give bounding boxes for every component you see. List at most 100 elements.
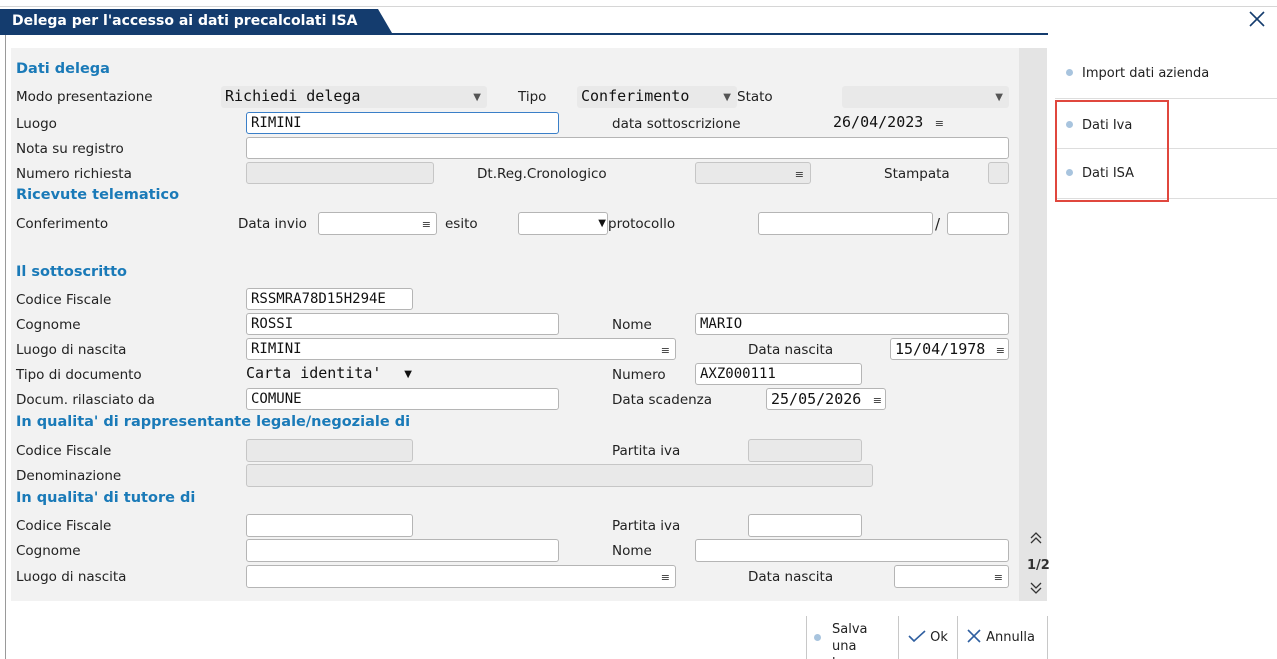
bullet-icon bbox=[814, 634, 821, 641]
numero-documento-input[interactable]: AXZ000111 bbox=[695, 363, 862, 385]
sottoscritto-cf-value: RSSMRA78D15H294E bbox=[251, 291, 386, 307]
calendar-icon[interactable]: ≡ bbox=[935, 115, 944, 133]
esito-select[interactable]: ▼ bbox=[518, 212, 608, 235]
tutore-cf-label: Codice Fiscale bbox=[16, 518, 112, 534]
numero-richiesta-label: Numero richiesta bbox=[16, 166, 132, 182]
stampata-label: Stampata bbox=[884, 166, 950, 182]
page-indicator: 1/2 bbox=[1027, 558, 1050, 573]
rappresentante-cf-field bbox=[246, 439, 413, 462]
list-icon[interactable]: ≡ bbox=[661, 342, 670, 359]
calendar-icon[interactable]: ≡ bbox=[996, 342, 1005, 359]
denominazione-label: Denominazione bbox=[16, 468, 122, 484]
sottoscritto-data-nascita-input[interactable]: 15/04/1978 ≡ bbox=[890, 338, 1009, 360]
double-chevron-up-icon bbox=[1030, 532, 1042, 544]
tipo-select[interactable]: Conferimento ▼ bbox=[577, 86, 737, 108]
ok-label: Ok bbox=[930, 630, 948, 645]
double-chevron-down-icon bbox=[1030, 582, 1042, 594]
esito-label: esito bbox=[445, 216, 478, 232]
protocollo-input-2[interactable] bbox=[947, 212, 1009, 235]
data-invio-label: Data invio bbox=[238, 216, 307, 232]
close-button[interactable] bbox=[1247, 9, 1267, 29]
footer-divider bbox=[806, 616, 807, 659]
tipo-label: Tipo bbox=[518, 89, 547, 105]
luogo-value: RIMINI bbox=[251, 115, 302, 131]
protocollo-separator: / bbox=[935, 215, 941, 233]
modo-presentazione-select[interactable]: Richiedi delega ▼ bbox=[221, 86, 487, 108]
tutore-piva-input[interactable] bbox=[748, 514, 862, 537]
tutore-cognome-input[interactable] bbox=[246, 539, 559, 562]
sottoscritto-luogo-nascita-value: RIMINI bbox=[251, 341, 302, 357]
nota-registro-input[interactable] bbox=[246, 137, 1009, 159]
tipo-documento-select[interactable]: Carta identita' ▼ bbox=[242, 363, 413, 385]
window-left-edge bbox=[5, 35, 6, 659]
window-title: Delega per l'accesso ai dati precalcolat… bbox=[12, 13, 358, 29]
sottoscritto-cf-input[interactable]: RSSMRA78D15H294E bbox=[246, 288, 413, 310]
data-scadenza-input[interactable]: 25/05/2026 ≡ bbox=[766, 388, 886, 410]
calendar-icon[interactable]: ≡ bbox=[994, 569, 1003, 587]
calendar-icon[interactable]: ≡ bbox=[873, 392, 882, 409]
close-icon bbox=[967, 629, 981, 643]
tutore-luogo-nascita-label: Luogo di nascita bbox=[16, 569, 127, 585]
tutore-data-nascita-input[interactable]: ≡ bbox=[894, 565, 1009, 588]
footer-divider bbox=[898, 616, 899, 659]
annulla-label: Annulla bbox=[986, 630, 1035, 645]
chevron-down-icon: ▼ bbox=[473, 92, 481, 103]
calendar-icon[interactable]: ≡ bbox=[422, 216, 431, 234]
rilasciato-da-label: Docum. rilasciato da bbox=[16, 392, 155, 408]
numero-richiesta-field bbox=[246, 162, 434, 184]
section-ricevute-telematico: Ricevute telematico bbox=[16, 187, 180, 203]
tutore-luogo-nascita-input[interactable]: ≡ bbox=[246, 565, 676, 588]
chevron-down-icon: ▼ bbox=[995, 92, 1003, 103]
page-up-button[interactable] bbox=[1029, 530, 1043, 550]
ok-button[interactable]: Ok bbox=[908, 629, 948, 645]
data-invio-input[interactable]: ≡ bbox=[318, 212, 437, 235]
section-il-sottoscritto: Il sottoscritto bbox=[16, 264, 128, 280]
data-sottoscrizione-value: 26/04/2023 bbox=[833, 113, 924, 131]
list-icon[interactable]: ≡ bbox=[661, 569, 670, 587]
tutore-data-nascita-label: Data nascita bbox=[748, 569, 834, 585]
luogo-input[interactable]: RIMINI bbox=[246, 112, 559, 134]
modo-presentazione-value: Richiedi delega bbox=[225, 87, 361, 105]
section-tutore: In qualita' di tutore di bbox=[16, 490, 196, 506]
data-sottoscrizione-input[interactable]: 26/04/2023 ≡ bbox=[829, 112, 947, 134]
modo-presentazione-label: Modo presentazione bbox=[16, 89, 153, 105]
rappresentante-piva-label: Partita iva bbox=[612, 443, 681, 459]
sottoscritto-luogo-nascita-label: Luogo di nascita bbox=[16, 342, 127, 358]
calendar-icon: ≡ bbox=[794, 168, 804, 181]
rilasciato-da-input[interactable]: COMUNE bbox=[246, 388, 559, 410]
conferimento-label: Conferimento bbox=[16, 216, 109, 232]
sottoscritto-luogo-nascita-input[interactable]: RIMINI ≡ bbox=[246, 338, 676, 360]
sottoscritto-cognome-label: Cognome bbox=[16, 317, 81, 333]
tutore-piva-label: Partita iva bbox=[612, 518, 681, 534]
annulla-button[interactable]: Annulla bbox=[966, 629, 1035, 645]
sottoscritto-cognome-input[interactable]: ROSSI bbox=[246, 313, 559, 335]
close-icon bbox=[1249, 11, 1265, 27]
stampata-checkbox[interactable] bbox=[988, 162, 1009, 184]
salva-bozza-label: Salva una bozza bbox=[832, 622, 870, 659]
sottoscritto-data-nascita-label: Data nascita bbox=[748, 342, 834, 358]
footer-divider bbox=[957, 616, 958, 659]
sidebar-divider bbox=[1055, 98, 1277, 99]
page-down-button[interactable] bbox=[1029, 580, 1043, 600]
tipo-value: Conferimento bbox=[581, 87, 690, 105]
denominazione-field bbox=[246, 464, 873, 487]
sottoscritto-nome-label: Nome bbox=[612, 317, 652, 333]
data-scadenza-value: 25/05/2026 bbox=[771, 390, 862, 408]
tutore-nome-label: Nome bbox=[612, 543, 652, 559]
nota-registro-label: Nota su registro bbox=[16, 141, 124, 157]
tipo-documento-value: Carta identita' bbox=[246, 364, 382, 382]
title-underline bbox=[0, 33, 1048, 35]
protocollo-input[interactable] bbox=[758, 212, 933, 235]
tutore-cf-input[interactable] bbox=[246, 514, 413, 537]
sottoscritto-nome-input[interactable]: MARIO bbox=[695, 313, 1009, 335]
check-icon bbox=[908, 630, 926, 643]
numero-documento-label: Numero bbox=[612, 367, 666, 383]
stato-select[interactable]: ▼ bbox=[842, 86, 1009, 108]
sottoscritto-nome-value: MARIO bbox=[700, 316, 743, 332]
dt-reg-cronologico-label: Dt.Reg.Cronologico bbox=[477, 166, 607, 182]
sidebar-item-label: Import dati azienda bbox=[1082, 66, 1210, 81]
sidebar-item-import-dati-azienda[interactable]: Import dati azienda bbox=[1066, 66, 1209, 81]
page-scroll-strip bbox=[1019, 48, 1047, 601]
tutore-nome-input[interactable] bbox=[695, 539, 1009, 562]
chevron-down-icon: ▼ bbox=[598, 218, 606, 229]
